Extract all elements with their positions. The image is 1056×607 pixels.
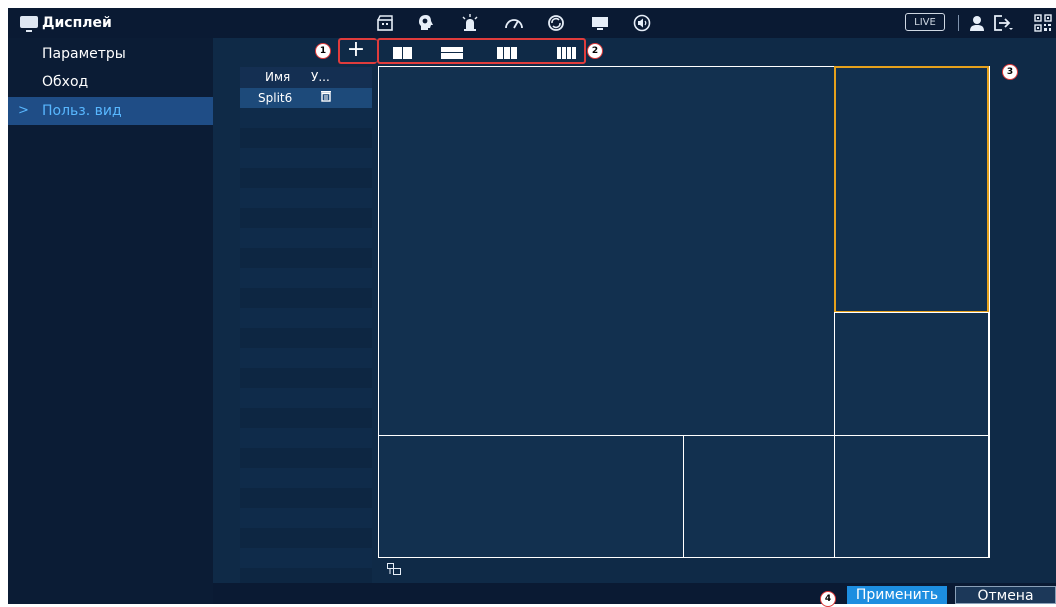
speaker-icon[interactable] bbox=[631, 12, 653, 34]
list-row-empty bbox=[240, 468, 372, 488]
split-window-6[interactable] bbox=[834, 435, 989, 558]
list-row-empty bbox=[240, 108, 372, 128]
annotation-badge: 4 bbox=[820, 591, 836, 607]
page-title: Дисплей bbox=[42, 15, 112, 31]
user-icon[interactable] bbox=[966, 12, 988, 34]
view-list: Имя У... Split6 bbox=[240, 67, 372, 595]
list-row-empty bbox=[240, 228, 372, 248]
list-row-empty bbox=[240, 348, 372, 368]
list-row-empty bbox=[240, 308, 372, 328]
sidebar: Параметры Обход > Польз. вид bbox=[8, 38, 213, 604]
top-bar: Дисплей LIVE bbox=[8, 8, 1056, 38]
list-row-empty bbox=[240, 508, 372, 528]
annotation-badge: 3 bbox=[1002, 64, 1018, 80]
column-header-delete: У... bbox=[311, 70, 330, 84]
topbar-divider bbox=[958, 15, 959, 31]
display-icon bbox=[20, 16, 38, 32]
layout-16-icon[interactable] bbox=[557, 47, 576, 59]
ai-head-icon[interactable] bbox=[415, 12, 437, 34]
table-row[interactable]: Split6 bbox=[240, 88, 372, 108]
annotation-badge: 1 bbox=[315, 43, 331, 59]
alarm-light-icon[interactable] bbox=[459, 12, 481, 34]
layout-6-icon[interactable] bbox=[441, 47, 463, 59]
annotation-badge: 2 bbox=[587, 43, 603, 59]
main-panel: 1 2 3 + Имя У... Split6 bbox=[213, 38, 1056, 604]
split-window-2[interactable] bbox=[834, 66, 989, 313]
chevron-right-icon: > bbox=[18, 103, 29, 118]
split-window-4[interactable] bbox=[378, 435, 684, 558]
qr-code-icon[interactable] bbox=[1032, 12, 1054, 34]
list-row-empty bbox=[240, 188, 372, 208]
split-window-1[interactable] bbox=[378, 66, 835, 436]
sidebar-item-label: Польз. вид bbox=[42, 103, 122, 119]
layout-toolbar bbox=[377, 38, 586, 64]
add-view-button[interactable]: + bbox=[346, 39, 366, 61]
column-header-name: Имя bbox=[265, 70, 291, 84]
speedometer-icon[interactable] bbox=[503, 12, 525, 34]
list-row-empty bbox=[240, 268, 372, 288]
view-list-header: Имя У... bbox=[240, 67, 372, 88]
split-layout-grid bbox=[378, 66, 990, 558]
sidebar-item-label: Обход bbox=[42, 74, 89, 90]
trash-icon[interactable] bbox=[320, 88, 332, 108]
sidebar-item-parameters[interactable]: Параметры bbox=[8, 40, 213, 68]
list-row-empty bbox=[240, 548, 372, 568]
list-row-empty bbox=[240, 428, 372, 448]
app-window: Дисплей LIVE Параметры Обход > Польз. ви… bbox=[0, 0, 1056, 607]
split-window-5[interactable] bbox=[683, 435, 835, 558]
merge-windows-icon[interactable] bbox=[387, 563, 401, 575]
sync-icon[interactable] bbox=[545, 12, 567, 34]
sidebar-item-tour[interactable]: Обход bbox=[8, 68, 213, 96]
split-window-3[interactable] bbox=[834, 312, 989, 436]
logout-icon[interactable] bbox=[992, 12, 1014, 34]
apply-button[interactable]: Применить bbox=[847, 586, 947, 604]
sidebar-item-custom-view[interactable]: > Польз. вид bbox=[8, 97, 213, 125]
cancel-button[interactable]: Отмена bbox=[955, 586, 1056, 604]
live-button[interactable]: LIVE bbox=[905, 13, 945, 31]
list-row-empty bbox=[240, 388, 372, 408]
layout-9-icon[interactable] bbox=[497, 47, 517, 59]
monitor-icon[interactable] bbox=[589, 12, 611, 34]
layout-4-icon[interactable] bbox=[393, 47, 412, 59]
view-name: Split6 bbox=[258, 91, 293, 105]
clapperboard-icon[interactable] bbox=[374, 12, 396, 34]
list-row-empty bbox=[240, 148, 372, 168]
sidebar-item-label: Параметры bbox=[42, 46, 126, 62]
